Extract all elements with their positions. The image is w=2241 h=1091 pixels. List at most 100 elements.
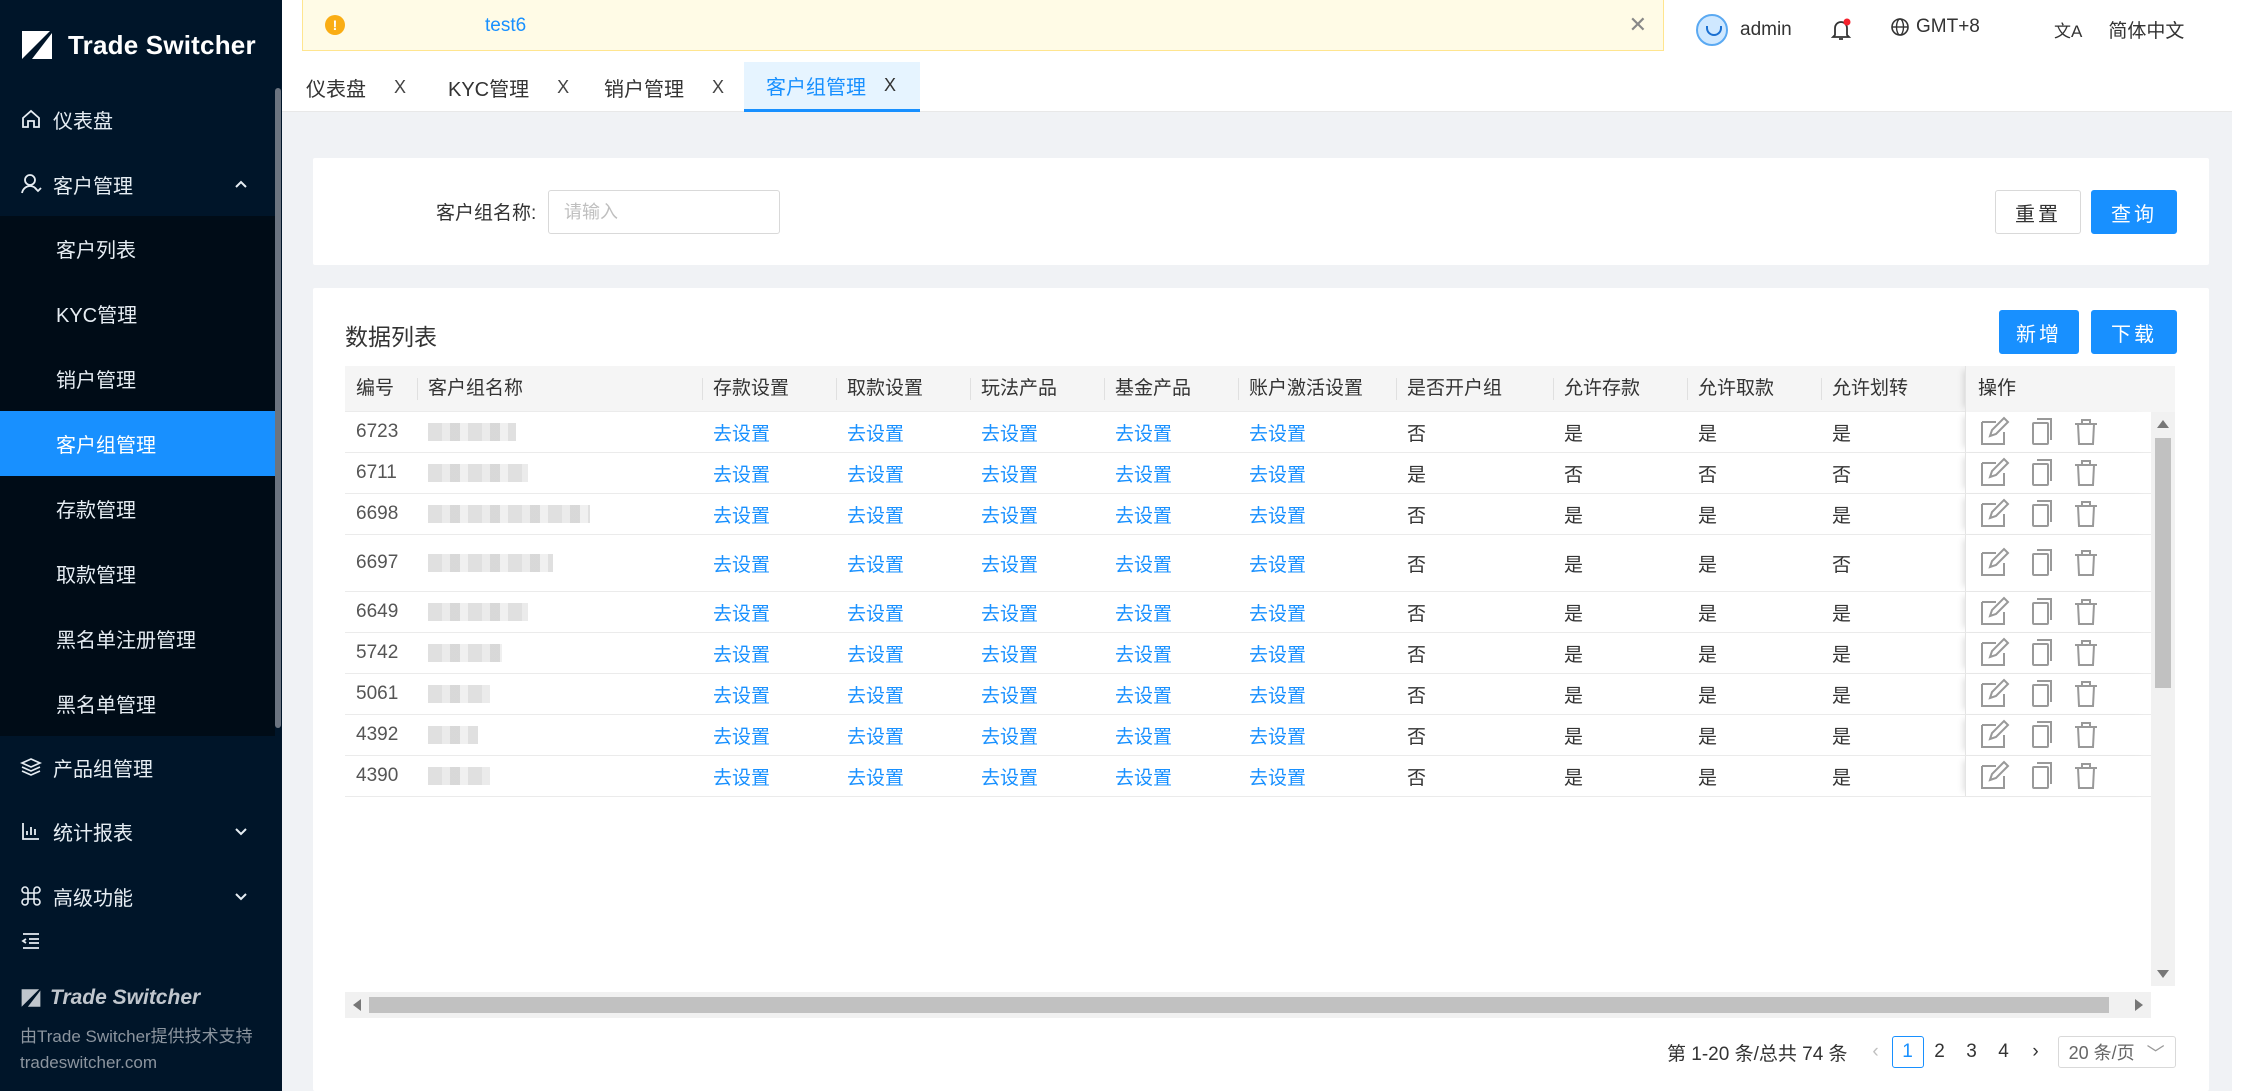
- withdraw-settings-link[interactable]: 去设置: [836, 674, 904, 714]
- delete-icon[interactable]: [2070, 547, 2102, 579]
- activation-settings-link[interactable]: 去设置: [1238, 453, 1306, 493]
- close-icon[interactable]: X: [557, 77, 569, 98]
- delete-icon[interactable]: [2070, 457, 2102, 489]
- fund-product-link[interactable]: 去设置: [1104, 494, 1172, 534]
- deposit-settings-link[interactable]: 去设置: [702, 412, 770, 452]
- edit-icon[interactable]: [1978, 760, 2010, 792]
- group-name-input[interactable]: [548, 190, 780, 234]
- activation-settings-link[interactable]: 去设置: [1238, 592, 1306, 632]
- activation-settings-link[interactable]: 去设置: [1238, 715, 1306, 755]
- scroll-up-arrow[interactable]: [2157, 420, 2169, 428]
- next-page-button[interactable]: ›: [2020, 1036, 2052, 1068]
- game-product-link[interactable]: 去设置: [970, 715, 1038, 755]
- deposit-settings-link[interactable]: 去设置: [702, 592, 770, 632]
- fund-product-link[interactable]: 去设置: [1104, 633, 1172, 673]
- timezone-selector[interactable]: GMT+8: [1890, 16, 1980, 38]
- copy-icon[interactable]: [2024, 760, 2056, 792]
- sidebar-sub-customer-group[interactable]: 客户组管理: [0, 411, 275, 476]
- game-product-link[interactable]: 去设置: [970, 412, 1038, 452]
- deposit-settings-link[interactable]: 去设置: [702, 715, 770, 755]
- game-product-link[interactable]: 去设置: [970, 756, 1038, 796]
- withdraw-settings-link[interactable]: 去设置: [836, 633, 904, 673]
- copy-icon[interactable]: [2024, 596, 2056, 628]
- sidebar-item-product-group[interactable]: 产品组管理: [0, 735, 275, 799]
- sidebar-sub-customer-list[interactable]: 客户列表: [0, 216, 275, 281]
- page-button[interactable]: 2: [1924, 1036, 1956, 1068]
- game-product-link[interactable]: 去设置: [970, 494, 1038, 534]
- scroll-thumb[interactable]: [2155, 438, 2171, 688]
- footer-site-link[interactable]: tradeswitcher.com: [20, 1053, 157, 1073]
- sidebar-sub-close-account[interactable]: 销户管理: [0, 346, 275, 411]
- close-icon[interactable]: X: [394, 77, 406, 98]
- copy-icon[interactable]: [2024, 416, 2056, 448]
- close-icon[interactable]: X: [884, 75, 896, 96]
- game-product-link[interactable]: 去设置: [970, 535, 1038, 591]
- withdraw-settings-link[interactable]: 去设置: [836, 535, 904, 591]
- sidebar-item-dashboard[interactable]: 仪表盘: [0, 87, 275, 151]
- notification-button[interactable]: [1830, 18, 1852, 42]
- edit-icon[interactable]: [1978, 719, 2010, 751]
- sidebar-sub-withdraw[interactable]: 取款管理: [0, 541, 275, 606]
- withdraw-settings-link[interactable]: 去设置: [836, 756, 904, 796]
- language-selector[interactable]: 文A 简体中文: [2054, 16, 2184, 43]
- edit-icon[interactable]: [1978, 547, 2010, 579]
- tab-close-account[interactable]: 销户管理 X: [604, 62, 734, 112]
- copy-icon[interactable]: [2024, 457, 2056, 489]
- copy-icon[interactable]: [2024, 498, 2056, 530]
- activation-settings-link[interactable]: 去设置: [1238, 535, 1306, 591]
- activation-settings-link[interactable]: 去设置: [1238, 674, 1306, 714]
- tab-kyc[interactable]: KYC管理 X: [448, 62, 578, 112]
- withdraw-settings-link[interactable]: 去设置: [836, 592, 904, 632]
- sidebar-sub-blacklist[interactable]: 黑名单管理: [0, 671, 275, 736]
- sidebar-sub-kyc[interactable]: KYC管理: [0, 281, 275, 346]
- edit-icon[interactable]: [1978, 416, 2010, 448]
- sidebar-item-customer[interactable]: 客户管理: [0, 152, 275, 216]
- delete-icon[interactable]: [2070, 719, 2102, 751]
- withdraw-settings-link[interactable]: 去设置: [836, 715, 904, 755]
- activation-settings-link[interactable]: 去设置: [1238, 633, 1306, 673]
- game-product-link[interactable]: 去设置: [970, 592, 1038, 632]
- fund-product-link[interactable]: 去设置: [1104, 715, 1172, 755]
- edit-icon[interactable]: [1978, 596, 2010, 628]
- withdraw-settings-link[interactable]: 去设置: [836, 412, 904, 452]
- withdraw-settings-link[interactable]: 去设置: [836, 453, 904, 493]
- fund-product-link[interactable]: 去设置: [1104, 453, 1172, 493]
- delete-icon[interactable]: [2070, 678, 2102, 710]
- delete-icon[interactable]: [2070, 760, 2102, 792]
- download-button[interactable]: 下载: [2091, 310, 2177, 354]
- edit-icon[interactable]: [1978, 637, 2010, 669]
- delete-icon[interactable]: [2070, 498, 2102, 530]
- scroll-down-arrow[interactable]: [2157, 970, 2169, 978]
- activation-settings-link[interactable]: 去设置: [1238, 756, 1306, 796]
- query-button[interactable]: 查询: [2091, 190, 2177, 234]
- delete-icon[interactable]: [2070, 637, 2102, 669]
- page-button[interactable]: 3: [1956, 1036, 1988, 1068]
- delete-icon[interactable]: [2070, 416, 2102, 448]
- sidebar-sub-blacklist-register[interactable]: 黑名单注册管理: [0, 606, 275, 671]
- fund-product-link[interactable]: 去设置: [1104, 535, 1172, 591]
- copy-icon[interactable]: [2024, 547, 2056, 579]
- activation-settings-link[interactable]: 去设置: [1238, 412, 1306, 452]
- page-button[interactable]: 4: [1988, 1036, 2020, 1068]
- copy-icon[interactable]: [2024, 678, 2056, 710]
- reset-button[interactable]: 重置: [1995, 190, 2081, 234]
- brand-logo[interactable]: Trade Switcher: [20, 28, 256, 62]
- game-product-link[interactable]: 去设置: [970, 633, 1038, 673]
- page-button[interactable]: 1: [1891, 1036, 1924, 1068]
- menu-fold-icon[interactable]: [20, 930, 42, 952]
- scroll-thumb[interactable]: [369, 997, 2109, 1013]
- edit-icon[interactable]: [1978, 678, 2010, 710]
- copy-icon[interactable]: [2024, 719, 2056, 751]
- user-menu[interactable]: admin: [1696, 14, 1792, 46]
- activation-settings-link[interactable]: 去设置: [1238, 494, 1306, 534]
- deposit-settings-link[interactable]: 去设置: [702, 535, 770, 591]
- sidebar-item-reports[interactable]: 统计报表: [0, 799, 275, 863]
- tab-dashboard[interactable]: 仪表盘 X: [306, 62, 416, 112]
- delete-icon[interactable]: [2070, 596, 2102, 628]
- sidebar-item-advanced[interactable]: 高级功能: [0, 864, 275, 928]
- game-product-link[interactable]: 去设置: [970, 453, 1038, 493]
- page-scrollbar[interactable]: [2232, 62, 2241, 1091]
- fund-product-link[interactable]: 去设置: [1104, 592, 1172, 632]
- notice-message[interactable]: test6: [485, 15, 526, 37]
- deposit-settings-link[interactable]: 去设置: [702, 494, 770, 534]
